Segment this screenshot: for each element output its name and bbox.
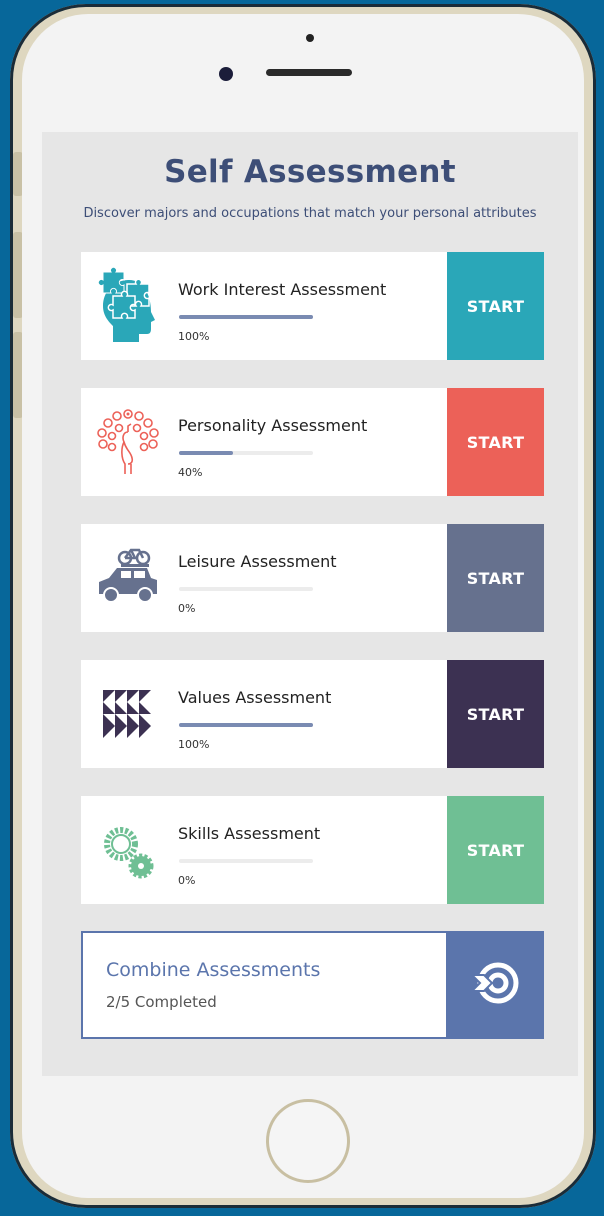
progress-label: 0%: [178, 602, 196, 615]
earpiece-speaker: [266, 69, 352, 76]
start-button[interactable]: START: [447, 388, 544, 496]
start-button[interactable]: START: [447, 660, 544, 768]
progress-fill: [179, 315, 313, 319]
assessment-name: Skills Assessment: [178, 824, 321, 843]
progress-label: 0%: [178, 874, 196, 887]
target-arrow-icon: [469, 958, 520, 1012]
car-with-bike-icon: [95, 538, 161, 618]
home-button[interactable]: [266, 1099, 350, 1183]
combine-assessments-card[interactable]: Combine Assessments 2/5 Completed: [81, 931, 544, 1039]
start-button[interactable]: START: [447, 796, 544, 904]
progress-label: 100%: [178, 738, 210, 751]
proximity-sensor: [306, 34, 314, 42]
progress-bar: [179, 723, 313, 727]
progress-fill: [179, 451, 233, 455]
progress-bar: [179, 859, 313, 863]
start-button[interactable]: START: [447, 524, 544, 632]
combine-title: Combine Assessments: [106, 959, 321, 981]
assessment-card-personality: Personality Assessment 40% START: [81, 388, 544, 496]
progress-bar: [179, 587, 313, 591]
progress-label: 40%: [178, 466, 203, 479]
progress-bar: [179, 451, 313, 455]
combine-status: 2/5 Completed: [106, 993, 217, 1011]
start-button[interactable]: START: [447, 252, 544, 360]
assessment-name: Work Interest Assessment: [178, 280, 387, 299]
combine-button[interactable]: [446, 931, 544, 1039]
app-screen: Self Assessment Discover majors and occu…: [42, 132, 578, 1076]
progress-fill: [179, 723, 313, 727]
assessment-name: Values Assessment: [178, 688, 332, 707]
progress-bar: [179, 315, 313, 319]
assessment-name: Personality Assessment: [178, 416, 368, 435]
assessment-card-skills: Skills Assessment 0% START: [81, 796, 544, 904]
page-title: Self Assessment: [164, 154, 456, 190]
assessment-card-leisure: Leisure Assessment 0% START: [81, 524, 544, 632]
puzzle-head-icon: [95, 266, 161, 346]
page-subtitle: Discover majors and occupations that mat…: [83, 206, 537, 221]
front-camera: [219, 67, 233, 81]
progress-label: 100%: [178, 330, 210, 343]
peacock-icon: [95, 402, 161, 482]
assessment-card-values: Values Assessment 100% START: [81, 660, 544, 768]
assessment-name: Leisure Assessment: [178, 552, 337, 571]
gears-icon: [95, 810, 161, 890]
assessment-card-work-interest: Work Interest Assessment 100% START: [81, 252, 544, 360]
triangles-pattern-icon: [95, 674, 161, 754]
